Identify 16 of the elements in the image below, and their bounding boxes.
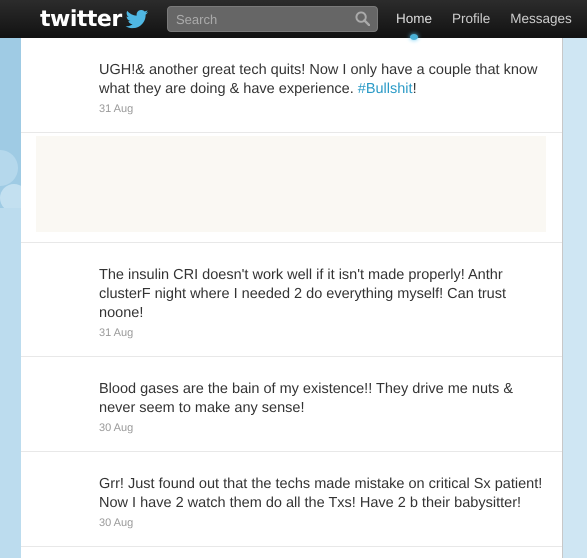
tweet-text: UGH!& another great tech quits! Now I only have a couple that know what they are doing & have experience. #Bullshit! <box>99 61 538 99</box>
tweet-text: Grr! Just found out that the techs made mistake on critical Sx patient! Now I have 2 watch them do all the Txs! Have 2 b their babysitter! <box>99 475 544 513</box>
nav-link[interactable]: Profile <box>452 0 490 38</box>
tweet-date[interactable]: 30 Aug <box>99 516 134 530</box>
tweet-date[interactable]: 31 Aug <box>99 102 134 116</box>
tweet-text: Blood gases are the bain of my existence!! They drive me nuts & never seem to make any sense! <box>99 380 514 418</box>
nav-link[interactable]: Messages <box>510 0 572 38</box>
tweet-text: The insulin CRI doesn't work well if it isn't made properly! Anthr clusterF night where I needed 2 do everything myself! Can trust noone! <box>99 266 508 323</box>
logo[interactable]: twitter <box>40 6 122 32</box>
bird-icon <box>122 9 149 29</box>
search-field[interactable]: Search <box>167 6 378 32</box>
tweet-date[interactable]: 31 Aug <box>99 326 134 340</box>
nav-link[interactable]: Home <box>396 0 432 38</box>
hashtag-link[interactable]: #Bullshit <box>358 81 413 97</box>
search-icon[interactable] <box>355 11 370 26</box>
tweet-date[interactable]: 30 Aug <box>99 421 134 435</box>
